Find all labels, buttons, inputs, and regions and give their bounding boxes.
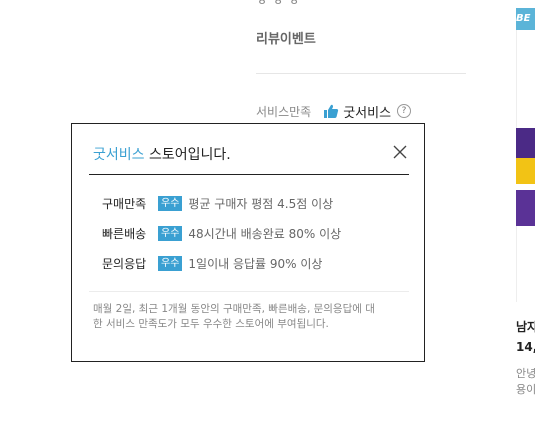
good-service-popup: 굿서비스 스토어입니다. 구매만족 우수 평균 구매자 평점 4.5점 이상 빠… xyxy=(71,123,425,362)
help-icon[interactable]: ? xyxy=(397,104,412,118)
divider xyxy=(256,73,466,74)
product-title[interactable]: 남자 xyxy=(516,318,535,335)
product-image[interactable] xyxy=(516,128,535,226)
criteria-list: 구매만족 우수 평균 구매자 평점 4.5점 이상 빠른배송 우수 48시간내 … xyxy=(102,194,341,284)
criteria-desc: 48시간내 배송완료 80% 이상 xyxy=(188,227,342,241)
partial-top-text: ㅎ ㅎ ㅎ xyxy=(256,0,301,9)
criteria-row: 문의응답 우수 1일이내 응답률 90% 이상 xyxy=(102,254,341,273)
popup-note: 매월 2일, 최근 1개월 동안의 구매만족, 빠른배송, 문의응답에 대한 서… xyxy=(93,303,375,330)
product-desc: 안녕 xyxy=(516,367,535,380)
popup-divider-light xyxy=(89,291,409,292)
criteria-row: 빠른배송 우수 48시간내 배송완료 80% 이상 xyxy=(102,224,341,243)
product-badge: BE xyxy=(516,8,535,30)
popup-title: 굿서비스 스토어입니다. xyxy=(93,144,231,164)
review-event-label: 리뷰이벤트 xyxy=(256,32,316,47)
criteria-desc: 1일이내 응답률 90% 이상 xyxy=(188,257,323,271)
service-label: 서비스만족 xyxy=(256,104,312,119)
product-desc: 용이 xyxy=(516,383,535,396)
service-value: 굿서비스 xyxy=(343,105,392,121)
popup-title-accent: 굿서비스 xyxy=(93,147,145,163)
criteria-badge: 우수 xyxy=(158,226,183,241)
criteria-badge: 우수 xyxy=(158,196,183,211)
criteria-desc: 평균 구매자 평점 4.5점 이상 xyxy=(188,197,334,211)
criteria-name: 구매만족 xyxy=(102,197,147,211)
criteria-badge: 우수 xyxy=(158,256,183,271)
close-icon[interactable] xyxy=(393,144,407,159)
recommended-product-card[interactable]: BE 남자 14, 안녕 용이 xyxy=(516,0,535,434)
thumbs-up-icon xyxy=(323,103,339,119)
popup-title-rest: 스토어입니다. xyxy=(144,147,231,163)
criteria-name: 빠른배송 xyxy=(102,227,147,241)
criteria-row: 구매만족 우수 평균 구매자 평점 4.5점 이상 xyxy=(102,194,341,213)
criteria-name: 문의응답 xyxy=(102,257,147,271)
popup-divider xyxy=(89,174,409,175)
product-price: 14, xyxy=(516,340,535,354)
service-satisfaction-row: 서비스만족 굿서비스 ? xyxy=(256,101,412,121)
